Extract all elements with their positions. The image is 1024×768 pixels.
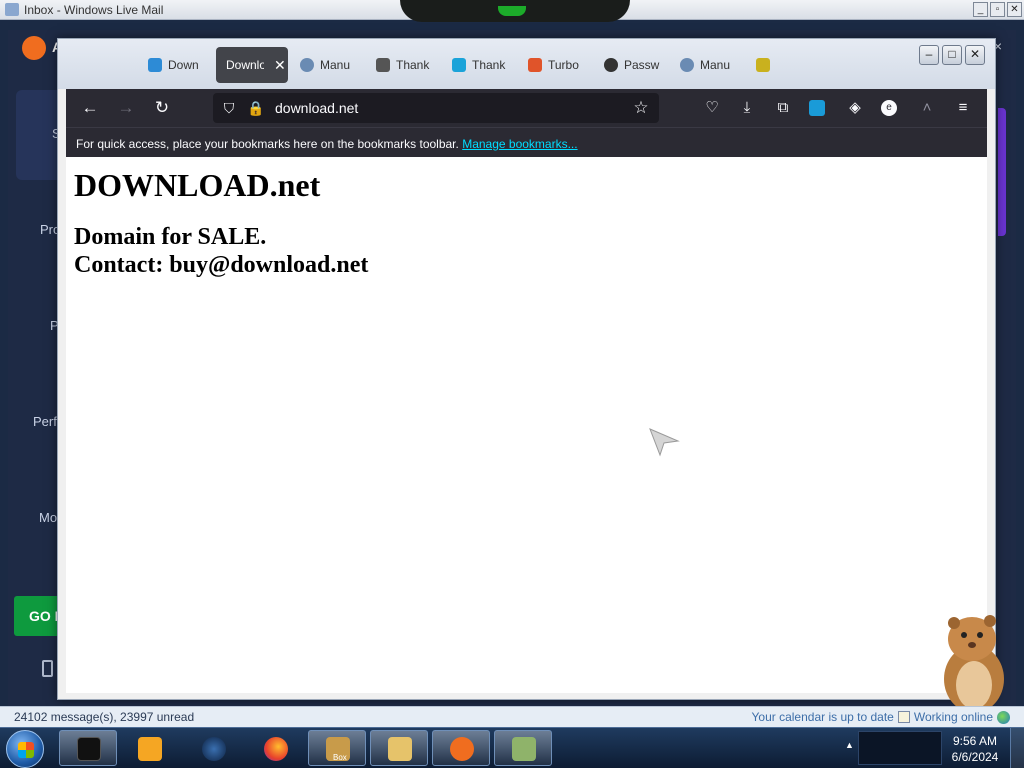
tab-close-icon[interactable]: ✕ — [274, 57, 286, 74]
clock-time: 9:56 AM — [952, 734, 998, 748]
avast-sidebar-item[interactable]: Mo — [39, 510, 57, 525]
back-arrow-icon[interactable]: ← — [80, 98, 100, 118]
tab-favicon-icon — [376, 58, 390, 72]
avast-sidebar-item[interactable]: Perf — [33, 414, 57, 429]
extensions-icon[interactable]: ⧉ — [773, 98, 793, 118]
contact-line: Contact: buy@download.net — [74, 252, 369, 278]
clock-date: 6/6/2024 — [951, 750, 999, 764]
account-icon[interactable]: e — [881, 100, 897, 116]
wlm-window-title: Inbox - Windows Live Mail — [24, 3, 164, 17]
tab-favicon-icon — [756, 58, 770, 72]
mail-icon — [5, 3, 19, 16]
for-sale-line: Domain for SALE. — [74, 224, 267, 250]
tab[interactable]: Passw — [594, 47, 660, 83]
tab-favicon-icon — [452, 58, 466, 72]
globe-icon — [997, 710, 1010, 724]
page-content: DOWNLOAD.net Domain for SALE. Contact: b… — [66, 157, 1004, 716]
wlm-status-bar: 24102 message(s), 23997 unread Your cale… — [0, 706, 1024, 727]
taskbar-app-media-player[interactable] — [120, 730, 178, 766]
tab-favicon-icon — [300, 58, 314, 72]
manage-bookmarks-link[interactable]: Manage bookmarks... — [462, 137, 577, 151]
calendar-icon — [897, 711, 910, 723]
show-desktop-button[interactable] — [1010, 728, 1024, 768]
close-button[interactable]: ✕ — [1007, 2, 1022, 17]
address-bar[interactable]: ⛉ 🔒 download.net ☆ — [213, 93, 659, 123]
mouse-cursor-icon — [649, 428, 680, 457]
tab-favicon-icon — [604, 58, 618, 72]
taskbar-app-globe[interactable] — [184, 730, 242, 766]
box-app-label: Box — [333, 753, 347, 762]
pocket-icon[interactable]: ♡ — [702, 98, 722, 118]
url-text[interactable]: download.net — [275, 100, 358, 116]
tab-active[interactable]: Downlo ✕ — [216, 47, 288, 83]
phone-icon[interactable] — [42, 660, 53, 677]
taskbar-app-mail[interactable] — [370, 730, 428, 766]
extension-blue-icon[interactable] — [809, 100, 825, 116]
lock-icon[interactable]: 🔒 — [247, 100, 264, 116]
tab[interactable]: Turbo — [518, 47, 584, 83]
close-button[interactable]: ✕ — [965, 45, 985, 65]
taskbar-app-box[interactable]: Box — [308, 730, 366, 766]
tab[interactable]: Thank — [442, 47, 508, 83]
tab[interactable]: Down — [138, 47, 204, 83]
taskbar-app-downloader[interactable] — [494, 730, 552, 766]
minimize-button[interactable]: – — [919, 45, 939, 65]
maximize-button[interactable]: □ — [942, 45, 962, 65]
tab[interactable]: Thank — [366, 47, 432, 83]
bookmark-star-icon[interactable]: ☆ — [633, 99, 649, 116]
taskbar-app-firefox[interactable] — [246, 730, 304, 766]
tab-label: Downlo — [226, 58, 264, 72]
bookmarks-toolbar: For quick access, place your bookmarks h… — [66, 127, 987, 157]
avast-logo-icon — [22, 36, 46, 60]
reload-icon[interactable]: ↻ — [152, 98, 172, 118]
shield-icon[interactable]: ⛉ — [221, 100, 237, 116]
forward-arrow-icon[interactable]: → — [116, 98, 136, 118]
tab-favicon-icon — [680, 58, 694, 72]
tray-expand-icon[interactable]: ▲ — [845, 740, 854, 750]
wlm-window-controls: _ ▫ ✕ — [973, 2, 1022, 17]
tab-strip: Down Downlo ✕ Manu Thank Thank Turbo Pas… — [58, 39, 995, 89]
navigation-toolbar: ← → ↻ ⛉ 🔒 download.net ☆ ♡ ⤓ ⧉ ◈ e ˄ ≡ — [66, 89, 987, 127]
page-message: Domain for SALE. Contact: buy@download.n… — [74, 223, 368, 279]
taskbar-app-avast[interactable] — [432, 730, 490, 766]
page-heading: DOWNLOAD.net — [74, 167, 321, 203]
bookmarks-hint: For quick access, place your bookmarks h… — [76, 137, 459, 151]
download-icon[interactable]: ⤓ — [737, 98, 757, 118]
system-tray[interactable] — [858, 731, 942, 765]
message-count: 24102 message(s), 23997 unread — [14, 710, 195, 724]
menu-hamburger-icon[interactable]: ≡ — [953, 98, 973, 118]
firefox-window: Down Downlo ✕ Manu Thank Thank Turbo Pas… — [57, 38, 1004, 716]
tab[interactable]: Manu — [290, 47, 356, 83]
tab-favicon-icon — [528, 58, 542, 72]
firefox-window-controls: – □ ✕ — [919, 45, 985, 65]
taskbar-app-terminal[interactable] — [59, 730, 117, 766]
start-button[interactable] — [6, 730, 44, 768]
windows-taskbar: Box ▲ 9:56 AM 6/6/2024 — [0, 727, 1024, 768]
tab[interactable]: Manu — [670, 47, 736, 83]
minimize-button[interactable]: _ — [973, 2, 988, 17]
maximize-button[interactable]: ▫ — [990, 2, 1005, 17]
extension-cube-icon[interactable]: ◈ — [845, 98, 865, 118]
webcam-notch-overlay — [400, 0, 630, 22]
hamster-mascot-icon — [938, 615, 1004, 716]
calendar-status: Your calendar is up to date — [751, 710, 894, 724]
avast-purple-accent — [998, 108, 1006, 236]
online-status: Working online — [913, 710, 993, 724]
tab[interactable] — [746, 47, 770, 83]
wlm-titlebar: Inbox - Windows Live Mail _ ▫ ✕ — [0, 0, 1024, 22]
clock[interactable]: 9:56 AM 6/6/2024 — [946, 733, 1004, 765]
chevron-up-icon[interactable]: ˄ — [917, 98, 937, 118]
tab-favicon-icon — [148, 58, 162, 72]
